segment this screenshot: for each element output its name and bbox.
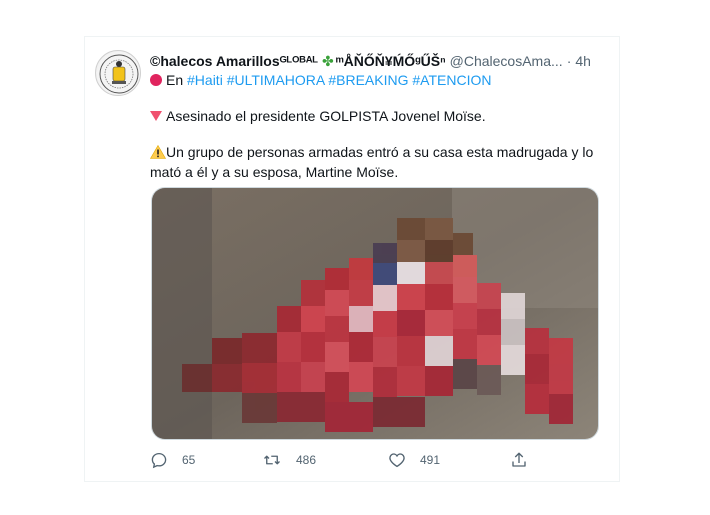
retweet-icon (264, 455, 280, 465)
like-count: 491 (420, 453, 441, 467)
tweet-text-line-2: Un grupo de personas armadas entró a su … (150, 142, 593, 162)
share-icon (512, 452, 526, 467)
tweet-header: ©halecos Amarillosᴳᴸᴼᴮᴬᴸ ✤ ᵐÅŇŐŇ¥ḾŐᵍŰŠⁿ @Ch… (150, 51, 590, 71)
retweet-button[interactable]: 486 (262, 450, 316, 470)
warning-icon (150, 145, 166, 159)
hashtag-breaking[interactable]: #BREAKING (328, 72, 408, 88)
red-circle-icon (150, 74, 162, 86)
pixelated-photo (152, 188, 598, 439)
display-name[interactable]: ©halecos Amarillosᴳᴸᴼᴮᴬᴸ (150, 53, 318, 69)
user-handle[interactable]: @ChalecosAma... (450, 53, 563, 69)
reply-icon (151, 452, 167, 469)
four-leaf-clover-icon: ✤ (321, 53, 334, 69)
hashtag-prefix: En (166, 72, 184, 88)
display-name-suffix[interactable]: ᵐÅŇŐŇ¥ḾŐᵍŰŠⁿ (336, 53, 446, 69)
timestamp[interactable]: 4h (575, 53, 590, 69)
reply-button[interactable]: 65 (150, 450, 195, 470)
red-down-triangle-icon (150, 111, 162, 121)
tweet-text-line-1: Asesinado el presidente GOLPISTA Jovenel… (150, 106, 486, 126)
heart-icon (389, 453, 405, 468)
hashtag-ultimahora[interactable]: #ULTIMAHORA (227, 72, 325, 88)
hashtag-line: En #Haiti #ULTIMAHORA #BREAKING #ATENCIO… (150, 70, 491, 90)
share-button[interactable] (510, 450, 542, 470)
tweet-text-1: Asesinado el presidente GOLPISTA Jovenel… (166, 108, 486, 124)
tweet-actions: 65 486 491 (150, 450, 530, 470)
avatar[interactable] (95, 50, 141, 96)
reply-count: 65 (182, 453, 196, 467)
hashtag-haiti[interactable]: #Haiti (187, 72, 223, 88)
tweet-text-2: Un grupo de personas armadas entró a su … (166, 144, 594, 160)
like-button[interactable]: 491 (388, 450, 440, 470)
hashtag-atencion[interactable]: #ATENCION (412, 72, 491, 88)
separator: · (566, 53, 572, 69)
tweet-media-image[interactable] (151, 187, 599, 440)
retweet-count: 486 (296, 453, 317, 467)
tweet-text-3: mató a él y a su esposa, Martine Moïse. (150, 164, 399, 180)
avatar-logo (97, 52, 140, 95)
tweet-text-line-3: mató a él y a su esposa, Martine Moïse. (150, 162, 398, 182)
